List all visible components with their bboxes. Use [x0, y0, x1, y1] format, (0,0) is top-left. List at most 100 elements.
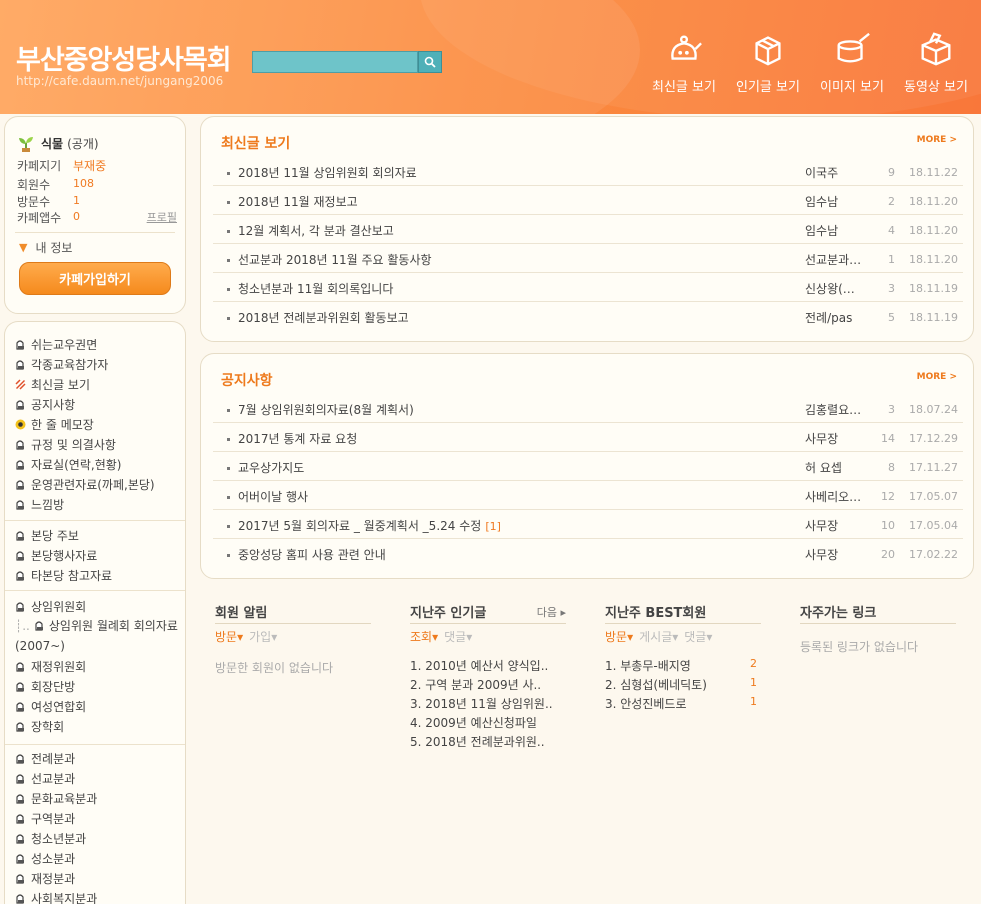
post-title[interactable]: 2018년 11월 재정보고 [227, 193, 358, 210]
tab-visit[interactable]: 방문▾ [605, 628, 633, 645]
menu-item[interactable]: 문화교육분과 [5, 788, 185, 808]
menu-item[interactable]: 자료실(연락,현황) [5, 454, 185, 474]
board-icon [15, 721, 26, 732]
tab-comments[interactable]: 댓글▾ [684, 628, 712, 645]
popular-item[interactable]: 1. 2010년 예산서 양식입.. [410, 657, 566, 676]
best-member-item[interactable]: 1. 부총무-배지영 2 [605, 657, 761, 676]
menu-item[interactable]: 규정 및 의결사항 [5, 434, 185, 454]
menu-item[interactable]: 운영관련자료(까페,본당) [5, 474, 185, 494]
menu-label: 운영관련자료(까페,본당) [31, 477, 155, 492]
best-member-item[interactable]: 2. 심형섭(베네딕토) 1 [605, 676, 761, 695]
post-title-text: 중앙성당 홈피 사용 관련 안내 [238, 548, 386, 562]
menu-item[interactable]: 청소년분과 [5, 828, 185, 848]
board-icon [15, 339, 26, 350]
tab-views[interactable]: 조회▾ [410, 628, 438, 645]
post-author[interactable]: 전례/pas [805, 309, 869, 326]
notice-post-title[interactable]: 7월 상임위원회의자료(8월 계획서) [227, 401, 414, 418]
post-author[interactable]: 임수남 [805, 193, 869, 210]
menu-item[interactable]: 본당행사자료 [5, 545, 185, 565]
my-info-toggle[interactable]: ▼ 내 정보 [19, 239, 72, 256]
menu-item[interactable]: 전례분과 [5, 748, 185, 768]
comment-count[interactable]: [1] [485, 520, 501, 533]
post-title[interactable]: 청소년분과 11월 회의록입니다 [227, 280, 393, 297]
menu-item[interactable]: 한 줄 메모장 [5, 414, 185, 434]
notice-list: 7월 상임위원회의자료(8월 계획서) 김홍렬요… 3 18.07.24 2017년 … [213, 394, 963, 568]
notice-post-title[interactable]: 2017년 통계 자료 요청 [227, 430, 357, 447]
bullet [227, 201, 230, 204]
nav-images[interactable]: 이미지 보기 [820, 30, 884, 95]
post-author[interactable]: 사무장 [805, 517, 869, 534]
tree-branch-icon: ┊.. [15, 619, 30, 633]
notice-title[interactable]: 공지사항 [221, 370, 273, 390]
menu-label: 쉬는교우권면 [31, 337, 98, 352]
menu-item[interactable]: 재정위원회 [5, 656, 185, 676]
profile-key: 카페지기 [17, 159, 62, 173]
menu-item[interactable]: 최신글 보기 [5, 374, 185, 394]
menu-item[interactable]: 상임위원회 [5, 596, 185, 616]
menu-item[interactable]: 타본당 참고자료 [5, 565, 185, 585]
popular-tabs: 조회▾ 댓글▾ [410, 628, 566, 645]
popular-item[interactable]: 4. 2009년 예산신청파일 [410, 714, 566, 733]
menu-item[interactable]: 재정분과 [5, 868, 185, 888]
profile-value[interactable]: 108 [73, 176, 94, 193]
tab-join[interactable]: 가입▾ [249, 628, 277, 645]
latest-more-link[interactable]: MORE > [917, 135, 957, 145]
notice-post-title[interactable]: 2017년 5월 회의자료 _ 월중계획서 _5.24 수정 [1] [227, 517, 501, 534]
notice-post-title[interactable]: 중앙성당 홈피 사용 관련 안내 [227, 546, 386, 563]
post-author[interactable]: 사베리오… [805, 488, 869, 505]
post-author[interactable]: 사무장 [805, 430, 869, 447]
menu-item[interactable]: 여성연합회 [5, 696, 185, 716]
popular-item[interactable]: 5. 2018년 전례분과위원.. [410, 733, 566, 752]
menu-label: 청소년분과 [31, 831, 87, 846]
post-author[interactable]: 김홍렬요… [805, 401, 869, 418]
menu-item[interactable]: 성소분과 [5, 848, 185, 868]
post-author[interactable]: 임수남 [805, 222, 869, 239]
menu-item[interactable]: 공지사항 [5, 394, 185, 414]
post-date: 17.05.07 [909, 490, 958, 503]
post-author[interactable]: 사무장 [805, 546, 869, 563]
post-author[interactable]: 이국주 [805, 164, 869, 181]
profile-link[interactable]: 프로필 [147, 209, 177, 225]
nav-popular[interactable]: 인기글 보기 [736, 30, 800, 95]
menu-item[interactable]: 선교분과 [5, 768, 185, 788]
post-title[interactable]: 2018년 전례분과위원회 활동보고 [227, 309, 409, 326]
post-title[interactable]: 선교분과 2018년 11월 주요 활동사항 [227, 251, 432, 268]
nav-latest[interactable]: 최신글 보기 [652, 30, 716, 95]
post-title[interactable]: 12월 계획서, 각 분과 결산보고 [227, 222, 394, 239]
notice-post-title[interactable]: 어버이날 행사 [227, 488, 308, 505]
menu-item[interactable]: 쉬는교우권면 [5, 334, 185, 354]
tab-visit[interactable]: 방문▾ [215, 628, 243, 645]
menu-item[interactable]: 각종교육참가자 [5, 354, 185, 374]
divider [5, 744, 185, 745]
post-title-text: 7월 상임위원회의자료(8월 계획서) [238, 403, 414, 417]
menu-item[interactable]: 구역분과 [5, 808, 185, 828]
popular-item[interactable]: 3. 2018년 11월 상임위원.. [410, 695, 566, 714]
post-author[interactable]: 허 요셉 [805, 459, 869, 476]
notice-post-title[interactable]: 교우상가지도 [227, 459, 304, 476]
popular-item[interactable]: 2. 구역 분과 2009년 사.. [410, 676, 566, 695]
menu-item-sub[interactable]: ┊.. 상임위원 월례회 회의자료(2007~) [5, 616, 185, 656]
post-row: 청소년분과 11월 회의록입니다 신상왕(… 3 18.11.19 [213, 273, 963, 302]
menu-item[interactable]: 장학회 [5, 716, 185, 736]
search-button[interactable] [418, 51, 442, 73]
tab-posts[interactable]: 게시글▾ [639, 628, 678, 645]
nav-videos[interactable]: 동영상 보기 [904, 30, 968, 95]
post-author[interactable]: 신상왕(… [805, 280, 869, 297]
menu-item[interactable]: 느낌방 [5, 494, 185, 514]
menu-item[interactable]: 본당 주보 [5, 525, 185, 545]
profile-value[interactable]: 부재중 [73, 157, 106, 174]
post-title[interactable]: 2018년 11월 상임위원회 회의자료 [227, 164, 417, 181]
search-input[interactable] [252, 51, 418, 73]
cafe-url[interactable]: http://cafe.daum.net/jungang2006 [16, 74, 223, 88]
best-member-item[interactable]: 3. 안성진베드로 1 [605, 695, 761, 714]
tab-comments[interactable]: 댓글▾ [444, 628, 472, 645]
menu-item[interactable]: 회장단방 [5, 676, 185, 696]
notice-more-link[interactable]: MORE > [917, 372, 957, 382]
join-cafe-button[interactable]: 카페가입하기 [19, 262, 171, 295]
cafe-title[interactable]: 부산중앙성당사목회 [16, 38, 232, 77]
latest-posts-title[interactable]: 최신글 보기 [221, 133, 290, 153]
post-date: 18.11.19 [909, 282, 958, 295]
popular-next-button[interactable]: 다음 ▸ [537, 604, 566, 620]
menu-item[interactable]: 사회복지분과 [5, 888, 185, 904]
post-author[interactable]: 선교분과… [805, 251, 869, 268]
